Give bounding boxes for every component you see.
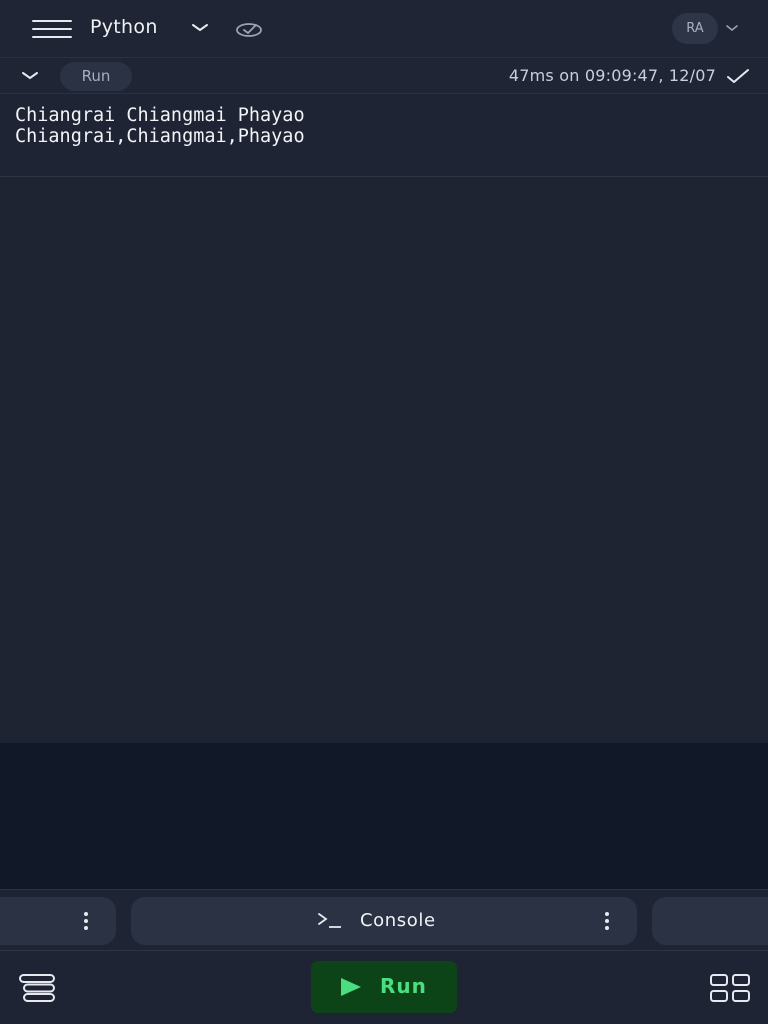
output-line: Chiangrai,Chiangmai,Phayao <box>15 126 305 147</box>
panel-tab-bar: Console <box>0 889 768 951</box>
tab-console[interactable]: Console <box>131 897 637 945</box>
stack-icon[interactable] <box>18 973 56 1003</box>
console-output: Chiangrai Chiangmai Phayao Chiangrai,Chi… <box>0 95 768 177</box>
tab-console-label: Console <box>360 910 436 931</box>
grid-icon[interactable] <box>709 973 751 1003</box>
cloud-sync-icon[interactable] <box>234 19 264 39</box>
check-icon <box>727 69 749 83</box>
chevron-down-icon[interactable] <box>724 20 740 36</box>
collapse-chevron-icon[interactable] <box>20 67 40 85</box>
bottom-bar: Run <box>0 952 768 1024</box>
top-bar: Python RA <box>0 0 768 58</box>
run-chip[interactable]: Run <box>60 62 132 91</box>
panel-tab-right[interactable] <box>652 897 768 945</box>
output-header: Run 47ms on 09:09:47, 12/07 <box>0 59 768 94</box>
run-timestamp: 47ms on 09:09:47, 12/07 <box>508 66 716 85</box>
kebab-menu-icon[interactable] <box>81 912 91 930</box>
run-button[interactable]: Run <box>311 961 457 1013</box>
play-icon <box>341 978 361 996</box>
language-selector[interactable]: Python <box>90 16 158 38</box>
hamburger-menu-icon[interactable] <box>32 19 72 39</box>
terminal-prompt-icon <box>318 913 341 928</box>
output-line: Chiangrai Chiangmai Phayao <box>15 105 305 126</box>
output-area <box>0 178 768 743</box>
run-button-label: Run <box>380 974 427 998</box>
secondary-panel <box>0 743 768 889</box>
chevron-down-icon[interactable] <box>190 18 210 38</box>
user-avatar[interactable]: RA <box>672 13 718 44</box>
kebab-menu-icon[interactable] <box>602 912 612 930</box>
panel-tab-left[interactable] <box>0 897 116 945</box>
